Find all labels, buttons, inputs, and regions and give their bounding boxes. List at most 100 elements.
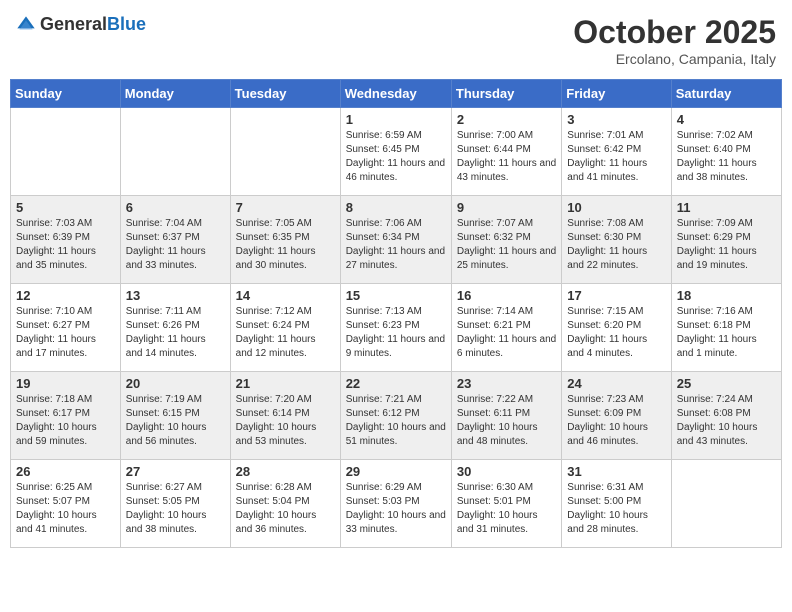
- calendar-cell: 27Sunrise: 6:27 AM Sunset: 5:05 PM Dayli…: [120, 460, 230, 548]
- day-number: 20: [126, 376, 225, 391]
- logo: GeneralBlue: [16, 14, 146, 35]
- calendar-cell: 12 Sunrise: 7:10 AM Sunset: 6:27 PM Dayli…: [11, 284, 121, 372]
- title-block: October 2025 Ercolano, Campania, Italy: [573, 14, 776, 67]
- day-info: Sunrise: 7:08 AM Sunset: 6:30 PM Dayligh…: [567, 217, 665, 273]
- day-number: 23: [457, 376, 556, 391]
- day-header-saturday: Saturday: [671, 80, 781, 108]
- day-number: 15: [346, 288, 446, 303]
- day-number: 7: [236, 200, 335, 215]
- day-number: 14: [236, 288, 335, 303]
- day-info: Sunrise: 7:18 AM Sunset: 6:17 PM Dayligh…: [16, 393, 115, 449]
- day-info: Sunrise: 7:12 AM Sunset: 6:24 PM Dayligh…: [236, 305, 335, 361]
- calendar-cell: 26Sunrise: 6:25 AM Sunset: 5:07 PM Dayli…: [11, 460, 121, 548]
- calendar-week-row: 19 Sunrise: 7:18 AM Sunset: 6:17 PM Dayli…: [11, 372, 782, 460]
- day-info: Sunrise: 7:02 AM Sunset: 6:40 PM Dayligh…: [677, 129, 776, 185]
- day-info: Sunrise: 6:28 AM Sunset: 5:04 PM Dayligh…: [236, 481, 335, 537]
- calendar-cell: 25 Sunrise: 7:24 AM Sunset: 6:08 PM Dayli…: [671, 372, 781, 460]
- day-number: 10: [567, 200, 665, 215]
- day-info: Sunrise: 7:11 AM Sunset: 6:26 PM Dayligh…: [126, 305, 225, 361]
- day-info: Sunrise: 7:24 AM Sunset: 6:08 PM Dayligh…: [677, 393, 776, 449]
- day-number: 9: [457, 200, 556, 215]
- day-number: 13: [126, 288, 225, 303]
- day-number: 22: [346, 376, 446, 391]
- calendar-header-row: SundayMondayTuesdayWednesdayThursdayFrid…: [11, 80, 782, 108]
- day-info: Sunrise: 7:04 AM Sunset: 6:37 PM Dayligh…: [126, 217, 225, 273]
- calendar-week-row: 12 Sunrise: 7:10 AM Sunset: 6:27 PM Dayli…: [11, 284, 782, 372]
- calendar-cell: 24 Sunrise: 7:23 AM Sunset: 6:09 PM Dayli…: [562, 372, 671, 460]
- calendar-cell: 30Sunrise: 6:30 AM Sunset: 5:01 PM Dayli…: [451, 460, 561, 548]
- calendar-cell: 20Sunrise: 7:19 AM Sunset: 6:15 PM Dayli…: [120, 372, 230, 460]
- day-info: Sunrise: 7:13 AM Sunset: 6:23 PM Dayligh…: [346, 305, 446, 361]
- calendar-cell: 18Sunrise: 7:16 AM Sunset: 6:18 PM Dayli…: [671, 284, 781, 372]
- day-info: Sunrise: 7:01 AM Sunset: 6:42 PM Dayligh…: [567, 129, 665, 185]
- day-header-monday: Monday: [120, 80, 230, 108]
- day-number: 30: [457, 464, 556, 479]
- month-year: October 2025: [573, 14, 776, 51]
- calendar-cell: [230, 108, 340, 196]
- calendar-cell: 28 Sunrise: 6:28 AM Sunset: 5:04 PM Dayli…: [230, 460, 340, 548]
- day-number: 5: [16, 200, 115, 215]
- day-header-sunday: Sunday: [11, 80, 121, 108]
- logo-icon: [16, 15, 36, 35]
- day-info: Sunrise: 7:07 AM Sunset: 6:32 PM Dayligh…: [457, 217, 556, 273]
- location: Ercolano, Campania, Italy: [573, 51, 776, 67]
- calendar-cell: 7Sunrise: 7:05 AM Sunset: 6:35 PM Daylig…: [230, 196, 340, 284]
- day-info: Sunrise: 6:59 AM Sunset: 6:45 PM Dayligh…: [346, 129, 446, 185]
- day-header-friday: Friday: [562, 80, 671, 108]
- day-number: 16: [457, 288, 556, 303]
- calendar-cell: 22Sunrise: 7:21 AM Sunset: 6:12 PM Dayli…: [340, 372, 451, 460]
- calendar-cell: 14 Sunrise: 7:12 AM Sunset: 6:24 PM Dayli…: [230, 284, 340, 372]
- calendar-cell: 1Sunrise: 6:59 AM Sunset: 6:45 PM Daylig…: [340, 108, 451, 196]
- calendar-cell: 16Sunrise: 7:14 AM Sunset: 6:21 PM Dayli…: [451, 284, 561, 372]
- logo-blue: Blue: [107, 14, 146, 34]
- day-header-wednesday: Wednesday: [340, 80, 451, 108]
- day-info: Sunrise: 7:06 AM Sunset: 6:34 PM Dayligh…: [346, 217, 446, 273]
- calendar-cell: 8 Sunrise: 7:06 AM Sunset: 6:34 PM Daylig…: [340, 196, 451, 284]
- day-number: 3: [567, 112, 665, 127]
- calendar-cell: 31 Sunrise: 6:31 AM Sunset: 5:00 PM Dayli…: [562, 460, 671, 548]
- day-info: Sunrise: 7:10 AM Sunset: 6:27 PM Dayligh…: [16, 305, 115, 361]
- day-number: 28: [236, 464, 335, 479]
- day-info: Sunrise: 6:31 AM Sunset: 5:00 PM Dayligh…: [567, 481, 665, 537]
- day-info: Sunrise: 7:15 AM Sunset: 6:20 PM Dayligh…: [567, 305, 665, 361]
- calendar-cell: [11, 108, 121, 196]
- day-number: 25: [677, 376, 776, 391]
- day-number: 8: [346, 200, 446, 215]
- calendar-cell: 5 Sunrise: 7:03 AM Sunset: 6:39 PM Daylig…: [11, 196, 121, 284]
- day-info: Sunrise: 7:23 AM Sunset: 6:09 PM Dayligh…: [567, 393, 665, 449]
- calendar-cell: 13 Sunrise: 7:11 AM Sunset: 6:26 PM Dayli…: [120, 284, 230, 372]
- day-number: 24: [567, 376, 665, 391]
- day-number: 12: [16, 288, 115, 303]
- day-number: 29: [346, 464, 446, 479]
- calendar-cell: 2 Sunrise: 7:00 AM Sunset: 6:44 PM Daylig…: [451, 108, 561, 196]
- day-number: 21: [236, 376, 335, 391]
- day-info: Sunrise: 7:16 AM Sunset: 6:18 PM Dayligh…: [677, 305, 776, 361]
- calendar-week-row: 1Sunrise: 6:59 AM Sunset: 6:45 PM Daylig…: [11, 108, 782, 196]
- page-header: GeneralBlue October 2025 Ercolano, Campa…: [10, 10, 782, 71]
- calendar-table: SundayMondayTuesdayWednesdayThursdayFrid…: [10, 79, 782, 548]
- calendar-cell: 23 Sunrise: 7:22 AM Sunset: 6:11 PM Dayli…: [451, 372, 561, 460]
- day-info: Sunrise: 7:09 AM Sunset: 6:29 PM Dayligh…: [677, 217, 776, 273]
- day-info: Sunrise: 7:22 AM Sunset: 6:11 PM Dayligh…: [457, 393, 556, 449]
- day-info: Sunrise: 7:00 AM Sunset: 6:44 PM Dayligh…: [457, 129, 556, 185]
- calendar-cell: [671, 460, 781, 548]
- day-number: 2: [457, 112, 556, 127]
- day-number: 19: [16, 376, 115, 391]
- day-number: 17: [567, 288, 665, 303]
- calendar-cell: 11 Sunrise: 7:09 AM Sunset: 6:29 PM Dayli…: [671, 196, 781, 284]
- calendar-cell: 15 Sunrise: 7:13 AM Sunset: 6:23 PM Dayli…: [340, 284, 451, 372]
- calendar-cell: [120, 108, 230, 196]
- calendar-week-row: 26Sunrise: 6:25 AM Sunset: 5:07 PM Dayli…: [11, 460, 782, 548]
- calendar-cell: 19 Sunrise: 7:18 AM Sunset: 6:17 PM Dayli…: [11, 372, 121, 460]
- calendar-cell: 9 Sunrise: 7:07 AM Sunset: 6:32 PM Daylig…: [451, 196, 561, 284]
- day-header-tuesday: Tuesday: [230, 80, 340, 108]
- day-number: 4: [677, 112, 776, 127]
- day-number: 27: [126, 464, 225, 479]
- day-number: 31: [567, 464, 665, 479]
- calendar-cell: 4 Sunrise: 7:02 AM Sunset: 6:40 PM Daylig…: [671, 108, 781, 196]
- day-header-thursday: Thursday: [451, 80, 561, 108]
- day-info: Sunrise: 7:03 AM Sunset: 6:39 PM Dayligh…: [16, 217, 115, 273]
- calendar-week-row: 5 Sunrise: 7:03 AM Sunset: 6:39 PM Daylig…: [11, 196, 782, 284]
- day-number: 11: [677, 200, 776, 215]
- calendar-cell: 21Sunrise: 7:20 AM Sunset: 6:14 PM Dayli…: [230, 372, 340, 460]
